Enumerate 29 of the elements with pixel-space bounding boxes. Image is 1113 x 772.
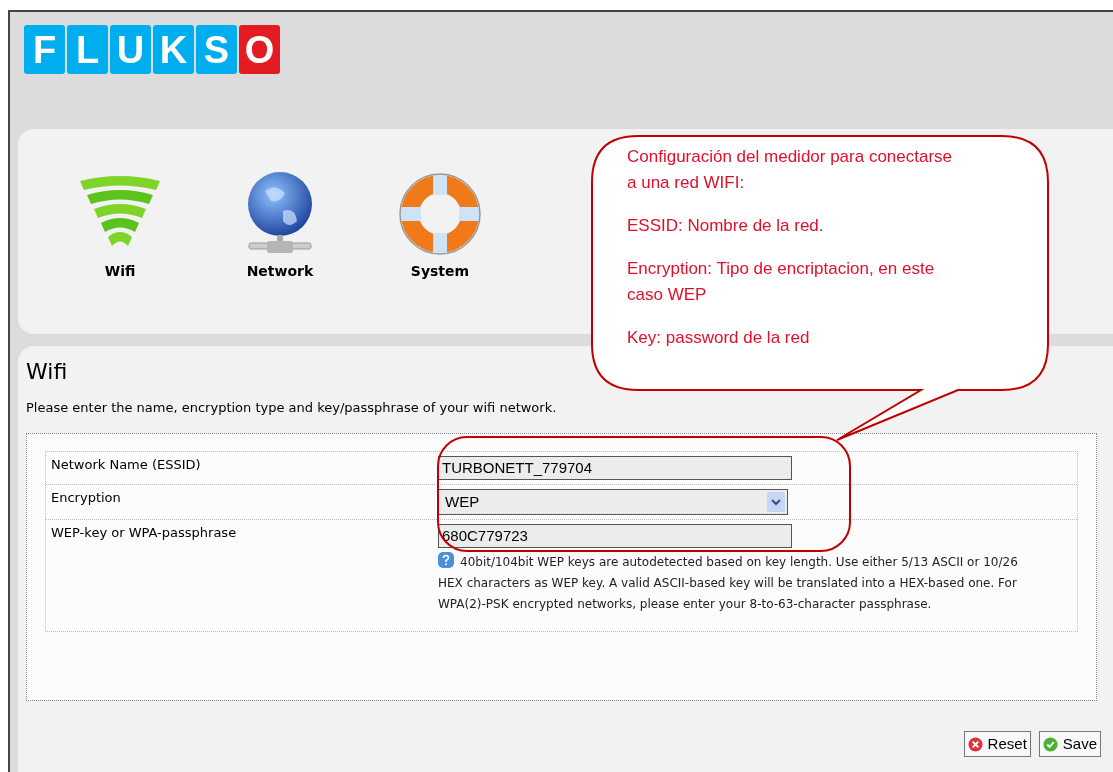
encryption-select[interactable]: WEP [438,489,788,515]
help-text: 40bit/104bit WEP keys are autodetected based on key length. Use either 5/13 ASCII or 10/26 HEX characters as WEP key. A valid ASCII-based key will be translated into a HEX-based one. For WPA(2)-PSK encrypted networks, please enter your 8-to-63-character passphrase. [438,552,1028,615]
callout-text: ESSID: Nombre de la red. [627,215,825,237]
text-field[interactable]: 680C779723 [438,524,792,548]
callout-text: Encryption: Tipo de encriptacion, en este caso WEP [627,258,936,306]
field-label: WEP-key or WPA-passphrase [50,524,238,542]
logo-letter: S [196,25,237,74]
nav-link[interactable]: Wifi [104,261,136,282]
save-button[interactable]: Save [1038,731,1101,757]
logo-letter: L [67,25,108,74]
reset-button[interactable]: Reset [963,731,1031,757]
chevron-down-icon [767,492,785,512]
logo-letter: O [239,25,280,74]
text-field[interactable]: TURBONETT_779704 [438,456,792,480]
help-icon [438,552,454,568]
logo-letter: F [24,25,65,74]
check-icon [1042,736,1058,752]
logo-letter: K [153,25,194,74]
life-buoy-icon [398,172,482,256]
field-label: Network Name (ESSID) [50,456,202,474]
nav-link[interactable]: Network [246,261,314,282]
section-description: Please enter the name, encryption type and key/passphrase of your wifi network. [26,398,558,417]
callout-text: Key: password de la red [627,327,811,349]
field-label: Encryption [50,489,122,507]
callout-text: Configuración del medidor para conectarse a una red WIFI: [627,146,954,194]
logo-letter: U [110,25,151,74]
nav-link[interactable]: System [410,261,470,282]
close-icon [967,736,983,752]
section-title: Wifi [26,358,69,386]
